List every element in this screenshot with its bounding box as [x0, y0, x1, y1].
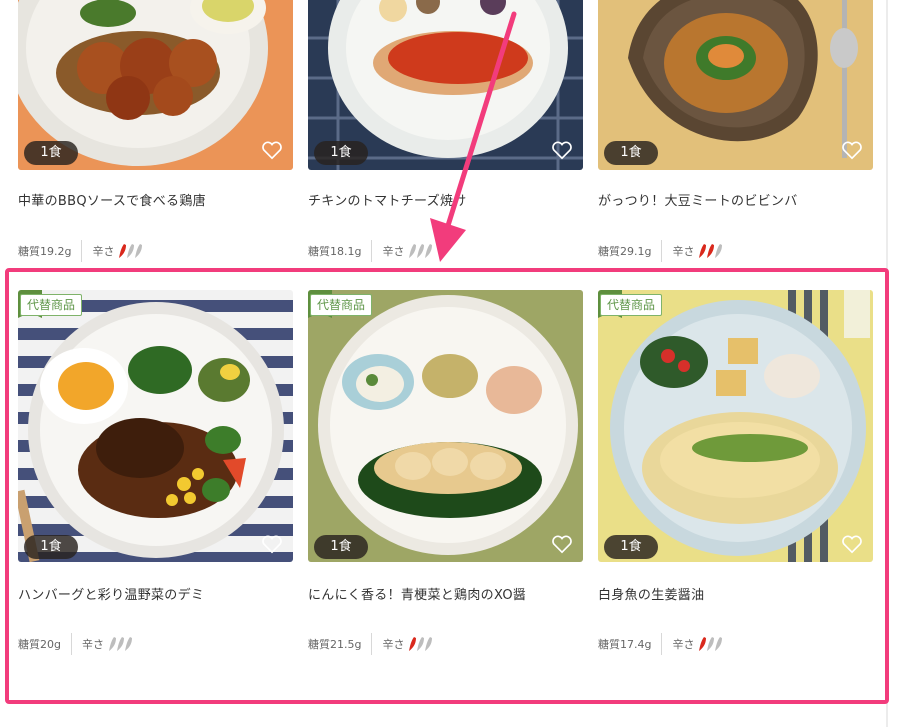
- product-image[interactable]: 代替商品 1食: [18, 290, 293, 562]
- quantity-badge: 1食: [24, 535, 78, 559]
- product-image[interactable]: 1食: [308, 0, 583, 170]
- product-meta: 糖質18.1g 辛さ: [308, 240, 436, 262]
- product-image[interactable]: 代替商品 1食: [598, 290, 873, 562]
- product-meta: 糖質21.5g 辛さ: [308, 633, 436, 655]
- product-title[interactable]: 白身魚の生姜醤油: [598, 584, 704, 603]
- spicy-label: 辛さ: [382, 245, 405, 258]
- carb-value: 糖質29.1g: [598, 245, 652, 258]
- quantity-badge: 1食: [24, 141, 78, 165]
- meta-divider: [371, 633, 373, 655]
- chili-spice-icon: [699, 637, 723, 651]
- product-meta: 糖質17.4g 辛さ: [598, 633, 726, 655]
- meta-divider: [81, 240, 83, 262]
- chili-spice-icon: [409, 244, 433, 258]
- spicy-label: 辛さ: [81, 638, 104, 651]
- product-meta: 糖質19.2g 辛さ: [18, 240, 146, 262]
- spicy-label: 辛さ: [382, 638, 405, 651]
- chili-spice-icon: [119, 244, 143, 258]
- meta-divider: [371, 240, 373, 262]
- product-image[interactable]: 1食: [598, 0, 873, 170]
- heart-icon[interactable]: [841, 140, 863, 160]
- product-meta: 糖質29.1g 辛さ: [598, 240, 726, 262]
- product-title[interactable]: 中華のBBQソースで食べる鶏唐: [18, 190, 206, 209]
- heart-icon[interactable]: [261, 140, 283, 160]
- product-title[interactable]: にんにく香る！青梗菜と鶏肉のXO醤: [308, 584, 526, 603]
- carb-value: 糖質17.4g: [598, 638, 652, 651]
- product-title[interactable]: がっつり！大豆ミートのビビンバ: [598, 190, 798, 209]
- meta-divider: [661, 240, 663, 262]
- quantity-badge: 1食: [604, 535, 658, 559]
- chili-spice-icon: [108, 637, 132, 651]
- spicy-label: 辛さ: [672, 245, 695, 258]
- heart-icon[interactable]: [261, 534, 283, 554]
- product-image[interactable]: 代替商品 1食: [308, 290, 583, 562]
- meta-divider: [661, 633, 663, 655]
- meta-divider: [70, 633, 72, 655]
- quantity-badge: 1食: [314, 141, 368, 165]
- spicy-label: 辛さ: [672, 638, 695, 651]
- carb-value: 糖質20g: [18, 638, 61, 651]
- product-title[interactable]: ハンバーグと彩り温野菜のデミ: [18, 584, 204, 603]
- quantity-badge: 1食: [604, 141, 658, 165]
- carb-value: 糖質21.5g: [308, 638, 362, 651]
- heart-icon[interactable]: [841, 534, 863, 554]
- substitute-badge: 代替商品: [310, 294, 373, 316]
- scroll-edge-divider: [886, 0, 888, 727]
- chili-spice-icon: [699, 244, 723, 258]
- product-meta: 糖質20g 辛さ: [18, 633, 136, 655]
- carb-value: 糖質18.1g: [308, 245, 362, 258]
- substitute-badge: 代替商品: [600, 294, 663, 316]
- quantity-badge: 1食: [314, 535, 368, 559]
- heart-icon[interactable]: [551, 140, 573, 160]
- heart-icon[interactable]: [551, 534, 573, 554]
- spicy-label: 辛さ: [92, 245, 115, 258]
- chili-spice-icon: [409, 637, 433, 651]
- product-image[interactable]: 1食: [18, 0, 293, 170]
- product-title[interactable]: チキンのトマトチーズ焼け: [308, 190, 467, 209]
- substitute-badge: 代替商品: [20, 294, 83, 316]
- carb-value: 糖質19.2g: [18, 245, 72, 258]
